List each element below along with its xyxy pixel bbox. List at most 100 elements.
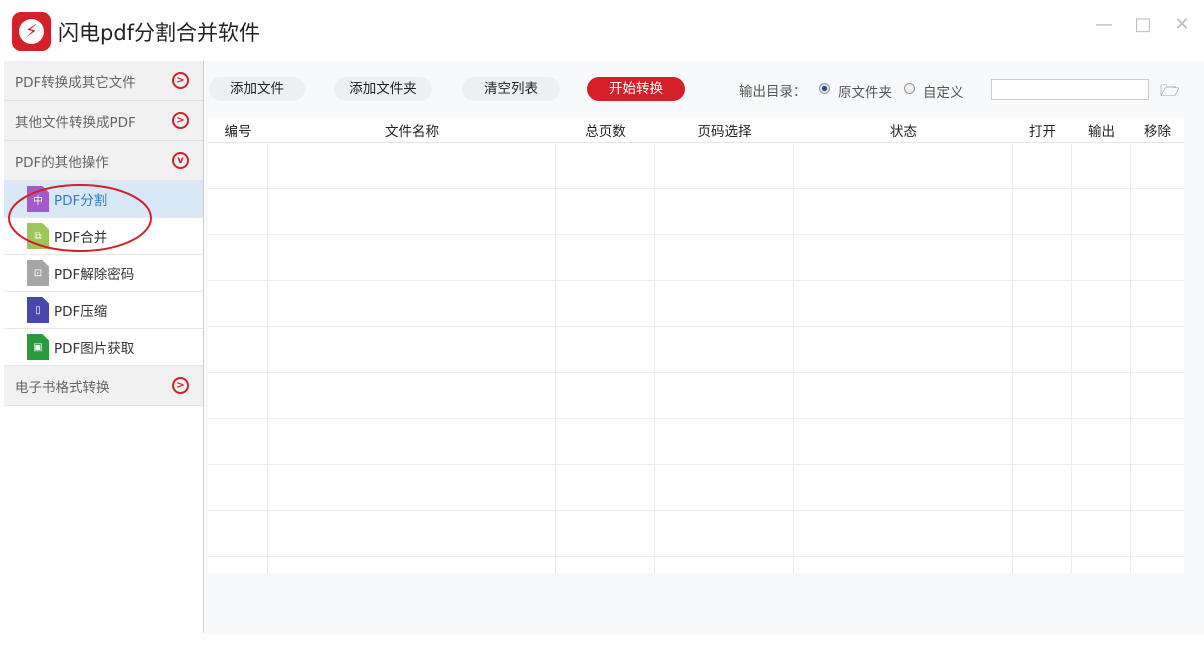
sidebar-item-pdf-merge[interactable]: ⧉ PDF合并	[4, 218, 203, 255]
custom-label: 自定义	[923, 85, 964, 101]
sidebar-item-pdf-unlock[interactable]: ⊡ PDF解除密码	[4, 255, 203, 292]
sidebar-item-pdf-compress[interactable]: ▯ PDF压缩	[4, 292, 203, 329]
table-cell	[268, 419, 556, 464]
sidebar-section-ebook[interactable]: 电子书格式转换 >	[4, 366, 203, 406]
table-cell	[1072, 327, 1131, 372]
table-cell	[655, 235, 794, 280]
table-cell	[208, 557, 268, 573]
table-cell	[208, 465, 268, 510]
col-header-page-select: 页码选择	[697, 124, 752, 140]
table-cell	[556, 373, 655, 418]
table-cell	[268, 557, 556, 573]
table-cell	[268, 189, 556, 234]
section-label: PDF转换成其它文件	[15, 74, 136, 91]
table-row	[208, 465, 1184, 511]
maximize-button[interactable]: □	[1133, 14, 1153, 35]
table-cell	[208, 189, 268, 234]
output-dir-label: 输出目录：	[739, 84, 807, 100]
table-cell	[655, 143, 794, 188]
table-cell	[794, 511, 1013, 556]
table-cell	[655, 281, 794, 326]
table-cell	[794, 419, 1013, 464]
table-cell	[655, 557, 794, 573]
output-path-input[interactable]	[991, 79, 1149, 100]
close-button[interactable]: ✕	[1172, 14, 1192, 35]
table-cell	[1072, 465, 1131, 510]
table-cell	[1013, 465, 1072, 510]
sidebar-section-pdf-to-other[interactable]: PDF转换成其它文件 >	[4, 61, 203, 101]
chevron-right-icon: >	[172, 377, 189, 394]
table-cell	[556, 511, 655, 556]
clear-list-button[interactable]: 清空列表	[462, 77, 560, 101]
table-cell	[1131, 327, 1184, 372]
table-cell	[556, 281, 655, 326]
item-label: PDF合并	[54, 230, 108, 246]
table-cell	[208, 373, 268, 418]
col-header-filename: 文件名称	[385, 124, 439, 140]
sidebar-item-pdf-images[interactable]: ▣ PDF图片获取	[4, 329, 203, 366]
table-cell	[1131, 511, 1184, 556]
table-cell	[655, 419, 794, 464]
add-folder-button[interactable]: 添加文件夹	[334, 77, 432, 101]
radio-custom[interactable]	[904, 83, 915, 94]
table-cell	[655, 511, 794, 556]
minimize-button[interactable]: —	[1094, 14, 1114, 35]
table-cell	[794, 465, 1013, 510]
radio-original-folder[interactable]	[819, 83, 830, 94]
table-cell	[1131, 557, 1184, 573]
table-row	[208, 327, 1184, 373]
table-cell	[208, 143, 268, 188]
table-cell	[208, 419, 268, 464]
col-header-status: 状态	[890, 124, 917, 140]
table-row	[208, 189, 1184, 235]
sidebar-section-other-to-pdf[interactable]: 其他文件转换成PDF >	[4, 101, 203, 141]
table-cell	[1072, 281, 1131, 326]
table-cell	[1013, 143, 1072, 188]
title-bar: ⚡ 闪电pdf分割合并软件 — □ ✕	[0, 0, 1204, 60]
sidebar-item-pdf-split[interactable]: 中 PDF分割	[4, 181, 203, 218]
table-cell	[1072, 189, 1131, 234]
table-cell	[556, 143, 655, 188]
folder-open-icon[interactable]: 🗁	[1160, 80, 1181, 100]
table-cell	[1013, 511, 1072, 556]
table-cell	[1131, 143, 1184, 188]
col-header-number: 编号	[224, 124, 252, 140]
section-label: PDF的其他操作	[15, 154, 109, 171]
table-cell	[556, 189, 655, 234]
item-label: PDF图片获取	[54, 341, 135, 357]
file-table: 编号 文件名称 总页数 页码选择 状态 打开 输出 移除	[208, 118, 1184, 573]
table-row	[208, 143, 1184, 189]
split-file-icon: 中	[27, 186, 49, 212]
table-cell	[268, 511, 556, 556]
chevron-right-icon: >	[172, 112, 189, 129]
table-cell	[208, 327, 268, 372]
table-cell	[1013, 327, 1072, 372]
table-row	[208, 373, 1184, 419]
item-label: PDF压缩	[54, 304, 108, 320]
table-row	[208, 281, 1184, 327]
table-cell	[655, 327, 794, 372]
table-cell	[556, 419, 655, 464]
table-cell	[1013, 235, 1072, 280]
compress-file-icon: ▯	[27, 297, 49, 323]
add-file-button[interactable]: 添加文件	[209, 77, 305, 101]
table-cell	[1072, 235, 1131, 280]
start-convert-button[interactable]: 开始转换	[587, 77, 685, 101]
main-panel: 添加文件 添加文件夹 清空列表 开始转换 输出目录： 原文件夹 自定义 🗁 编号…	[205, 61, 1204, 635]
col-header-output: 输出	[1088, 124, 1115, 140]
chevron-down-icon: v	[172, 152, 189, 169]
table-cell	[208, 281, 268, 326]
table-row	[208, 235, 1184, 281]
table-row	[208, 557, 1184, 573]
table-cell	[1131, 419, 1184, 464]
table-cell	[268, 327, 556, 372]
table-cell	[1072, 373, 1131, 418]
table-cell	[1013, 281, 1072, 326]
sidebar: PDF转换成其它文件 > 其他文件转换成PDF > PDF的其他操作 v 中 PDF分割…	[4, 61, 204, 633]
table-cell	[1131, 373, 1184, 418]
table-cell	[268, 235, 556, 280]
item-label: PDF分割	[54, 193, 108, 209]
item-label: PDF解除密码	[54, 267, 135, 283]
sidebar-section-pdf-other-ops[interactable]: PDF的其他操作 v	[4, 141, 203, 181]
table-cell	[268, 143, 556, 188]
